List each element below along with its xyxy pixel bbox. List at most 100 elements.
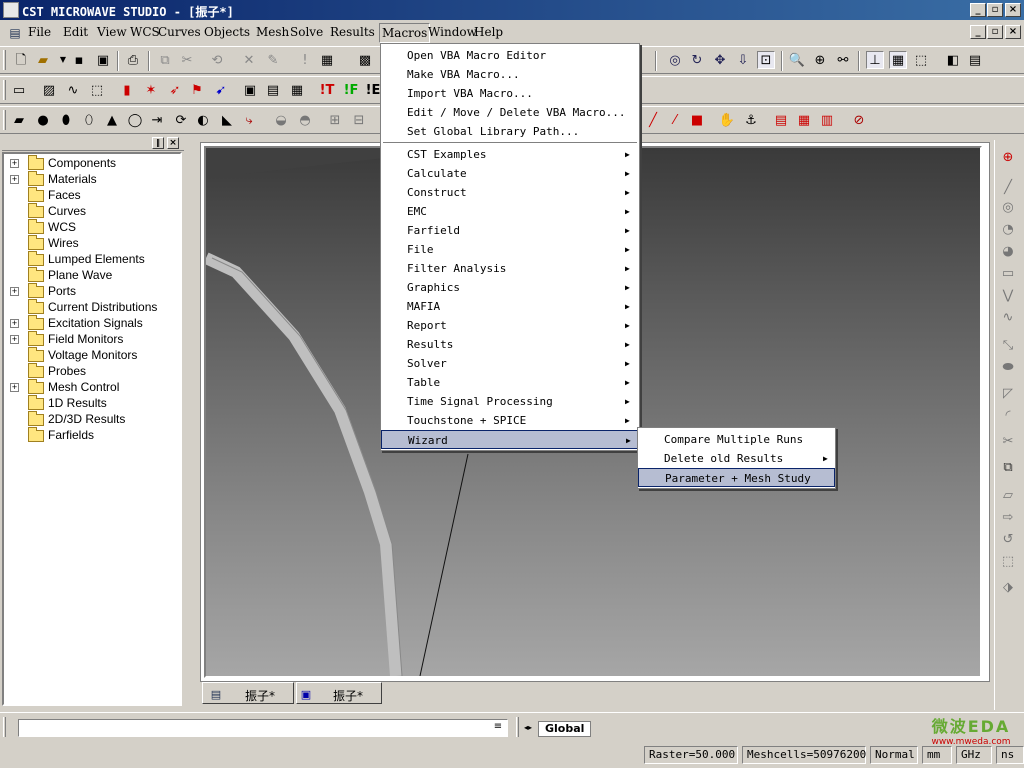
field-monitor-icon[interactable]: ⚑ (188, 81, 206, 99)
info-icon[interactable]: ! (296, 51, 314, 69)
cylinder-icon[interactable]: ⬮ (57, 111, 75, 129)
tree-item-mesh-control[interactable]: + Mesh Control (4, 379, 180, 396)
tree-float-button[interactable]: ‖ (152, 137, 164, 149)
command-input[interactable]: ≡ (18, 719, 508, 737)
transient-solver-icon[interactable]: !T (318, 81, 336, 99)
minimize-button[interactable]: _ (970, 3, 986, 17)
menu-wcs[interactable]: WCS (130, 25, 160, 39)
menu-item-results[interactable]: Results ▶ (381, 335, 639, 354)
trim-icon[interactable]: ✂ (999, 432, 1017, 450)
tree-item-wcs[interactable]: WCS (4, 219, 180, 236)
copy-shape-icon[interactable]: ⧉ (999, 458, 1017, 476)
plane-wave-icon[interactable]: ➶ (166, 81, 184, 99)
tree-item-wires[interactable]: Wires (4, 235, 180, 252)
boundary-icon[interactable]: ⬚ (88, 81, 106, 99)
expand-icon[interactable]: + (10, 175, 19, 184)
mesh-properties-icon[interactable]: ▤ (264, 81, 282, 99)
wizard-item-compare-multiple-runs[interactable]: Compare Multiple Runs (638, 430, 835, 449)
mesh-settings-icon[interactable]: ▦ (288, 81, 306, 99)
expand-icon[interactable]: + (10, 383, 19, 392)
wizard-item-delete-old-results[interactable]: Delete old Results ▶ (638, 449, 835, 468)
table-icon[interactable]: ▦ (795, 111, 813, 129)
doc-minimize-button[interactable]: _ (970, 25, 986, 39)
rotate-face-icon[interactable]: ⟳ (172, 111, 190, 129)
tree-item-1d-results[interactable]: 1D Results (4, 395, 180, 412)
menu-item-edit-move-delete-vba-macro[interactable]: Edit / Move / Delete VBA Macro... (381, 103, 639, 122)
open-folder-icon[interactable]: ▰ (34, 51, 52, 69)
tree-close-button[interactable]: × (167, 137, 179, 149)
tree-item-curves[interactable]: Curves (4, 203, 180, 220)
expand-icon[interactable]: + (10, 319, 19, 328)
menu-objects[interactable]: Objects (204, 25, 250, 39)
maximize-button[interactable]: ▫ (987, 3, 1003, 17)
boolean-subtract-icon[interactable]: ⊟ (350, 111, 368, 129)
toolbar-grip[interactable] (3, 50, 6, 70)
circle-icon[interactable]: ◔ (999, 220, 1017, 238)
brick-icon[interactable]: ▰ (10, 111, 28, 129)
shape-icon[interactable]: ◧ (944, 51, 962, 69)
menu-help[interactable]: Help (474, 25, 503, 39)
toolbar-grip[interactable] (3, 110, 6, 130)
units-icon[interactable]: ▭ (10, 81, 28, 99)
tree-item-field-monitors[interactable]: + Field Monitors (4, 331, 180, 348)
menu-edit[interactable]: Edit (63, 25, 88, 39)
tree-item-probes[interactable]: Probes (4, 363, 180, 380)
axes-icon[interactable]: ⊥ (866, 51, 884, 69)
tree-item-plane-wave[interactable]: Plane Wave (4, 267, 180, 284)
save-icon[interactable]: ▪ (70, 51, 88, 69)
command-scroll-icon[interactable]: ≡ (491, 721, 505, 735)
settings-icon[interactable]: ▤ (966, 51, 984, 69)
expand-icon[interactable]: + (10, 287, 19, 296)
expand-icon[interactable]: + (10, 159, 19, 168)
report-icon[interactable]: ▤ (772, 111, 790, 129)
rectangle-icon[interactable]: ▭ (999, 264, 1017, 282)
menu-file[interactable]: File (28, 25, 51, 39)
pick-icon[interactable]: ✎ (264, 51, 282, 69)
cover-icon[interactable]: ▱ (999, 486, 1017, 504)
menu-item-report[interactable]: Report ▶ (381, 316, 639, 335)
messages-nav-icon[interactable]: ◂▸ (524, 719, 534, 737)
line-icon[interactable]: ╱ (644, 111, 662, 129)
menu-mesh[interactable]: Mesh (256, 25, 289, 39)
line-tool-icon[interactable]: ╱ (999, 178, 1017, 196)
sphere-icon[interactable]: ● (34, 111, 52, 129)
anchor-icon[interactable]: ⚓ (742, 111, 760, 129)
tree-item-components[interactable]: + Components (4, 155, 180, 172)
chamfer-icon[interactable]: ⤷ (240, 111, 258, 129)
extrude-curve-icon[interactable]: ⇨ (999, 508, 1017, 526)
close-button[interactable]: × (1005, 3, 1021, 17)
background-icon[interactable]: ▨ (40, 81, 58, 99)
tree-item-materials[interactable]: + Materials (4, 171, 180, 188)
component-icon[interactable]: ▩ (356, 51, 374, 69)
menu-item-time-signal-processing[interactable]: Time Signal Processing ▶ (381, 392, 639, 411)
menu-item-calculate[interactable]: Calculate ▶ (381, 164, 639, 183)
corner-icon[interactable]: ◸ (999, 384, 1017, 402)
global-tab[interactable]: Global (538, 721, 592, 737)
tab-3d-view[interactable]: ▤ 振子* (202, 682, 294, 704)
doc-icon[interactable]: ▤ (6, 24, 24, 42)
loft-icon[interactable]: ◐ (194, 111, 212, 129)
cone-icon[interactable]: ▲ (103, 111, 121, 129)
sweep-icon[interactable]: ⬗ (999, 578, 1017, 596)
tab-schematic-view[interactable]: ▣ 振子* (296, 682, 382, 704)
toolbar-grip[interactable] (3, 80, 6, 100)
tree-item-voltage-monitors[interactable]: Voltage Monitors (4, 347, 180, 364)
loft-curve-icon[interactable]: ⬚ (999, 552, 1017, 570)
history-icon[interactable]: ▦ (318, 51, 336, 69)
doc-close-button[interactable]: × (1005, 25, 1021, 39)
menu-item-open-vba-macro-editor[interactable]: Open VBA Macro Editor (381, 46, 639, 65)
blend-curve-icon[interactable]: ◜ (999, 406, 1017, 424)
doc-restore-button[interactable]: ▫ (987, 25, 1003, 39)
tree-item-2d-3d-results[interactable]: 2D/3D Results (4, 411, 180, 428)
print-icon[interactable]: ⎙ (124, 51, 142, 69)
menu-window[interactable]: Window (428, 25, 477, 39)
command-grip[interactable] (3, 717, 6, 737)
results-table-icon[interactable]: ▥ (818, 111, 836, 129)
trace-icon[interactable]: ⬬ (999, 358, 1017, 376)
menu-item-wizard[interactable]: Wizard ▶ (381, 430, 639, 449)
torus-icon[interactable]: ◯ (126, 111, 144, 129)
menu-item-graphics[interactable]: Graphics ▶ (381, 278, 639, 297)
circle-center-icon[interactable]: ◎ (999, 198, 1017, 216)
menu-item-construct[interactable]: Construct ▶ (381, 183, 639, 202)
spline-icon[interactable]: ∿ (999, 308, 1017, 326)
